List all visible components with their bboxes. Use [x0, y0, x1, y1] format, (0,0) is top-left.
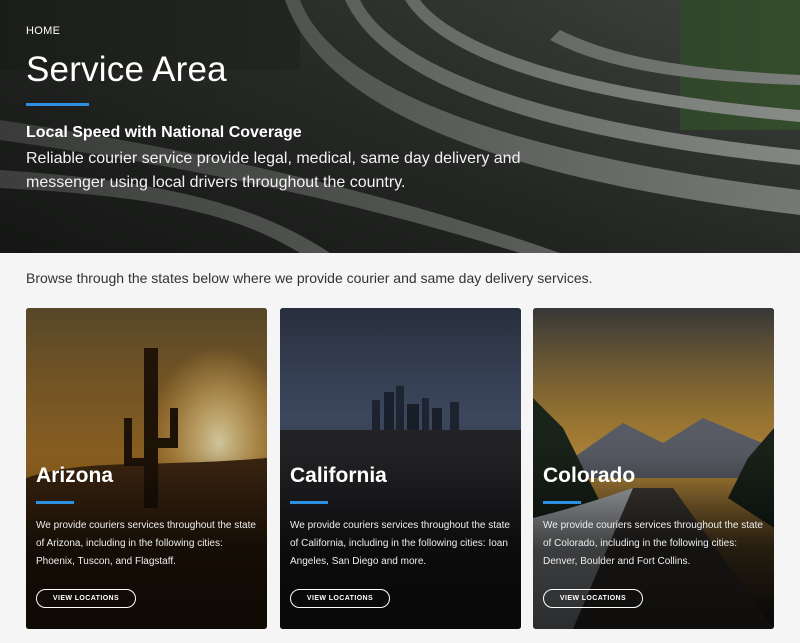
view-locations-button[interactable]: VIEW LOCATIONS — [290, 589, 390, 608]
card-title: California — [290, 464, 387, 487]
view-locations-button[interactable]: VIEW LOCATIONS — [543, 589, 643, 608]
intro-text: Browse through the states below where we… — [26, 270, 593, 286]
card-title-underline — [36, 501, 74, 504]
hero-description: Reliable courier service provide legal, … — [26, 150, 521, 191]
card-title: Colorado — [543, 464, 636, 487]
breadcrumb-home[interactable]: HOME — [26, 25, 60, 37]
title-underline — [26, 103, 89, 106]
card-description: We provide couriers services throughout … — [36, 520, 256, 567]
view-locations-button[interactable]: VIEW LOCATIONS — [36, 589, 136, 608]
page-title: Service Area — [26, 50, 227, 89]
card-title-underline — [290, 501, 328, 504]
card-description: We provide couriers services throughout … — [543, 520, 763, 567]
card-description: We provide couriers services throughout … — [290, 520, 510, 567]
state-card-colorado: Colorado We provide couriers services th… — [533, 308, 774, 629]
state-card-california: California We provide couriers services … — [280, 308, 521, 629]
card-title: Arizona — [36, 464, 114, 487]
hero-subtitle: Local Speed with National Coverage — [26, 124, 302, 141]
hero-banner: HOME Service Area Local Speed with Natio… — [0, 0, 800, 253]
card-title-underline — [543, 501, 581, 504]
state-card-arizona: Arizona We provide couriers services thr… — [26, 308, 267, 629]
